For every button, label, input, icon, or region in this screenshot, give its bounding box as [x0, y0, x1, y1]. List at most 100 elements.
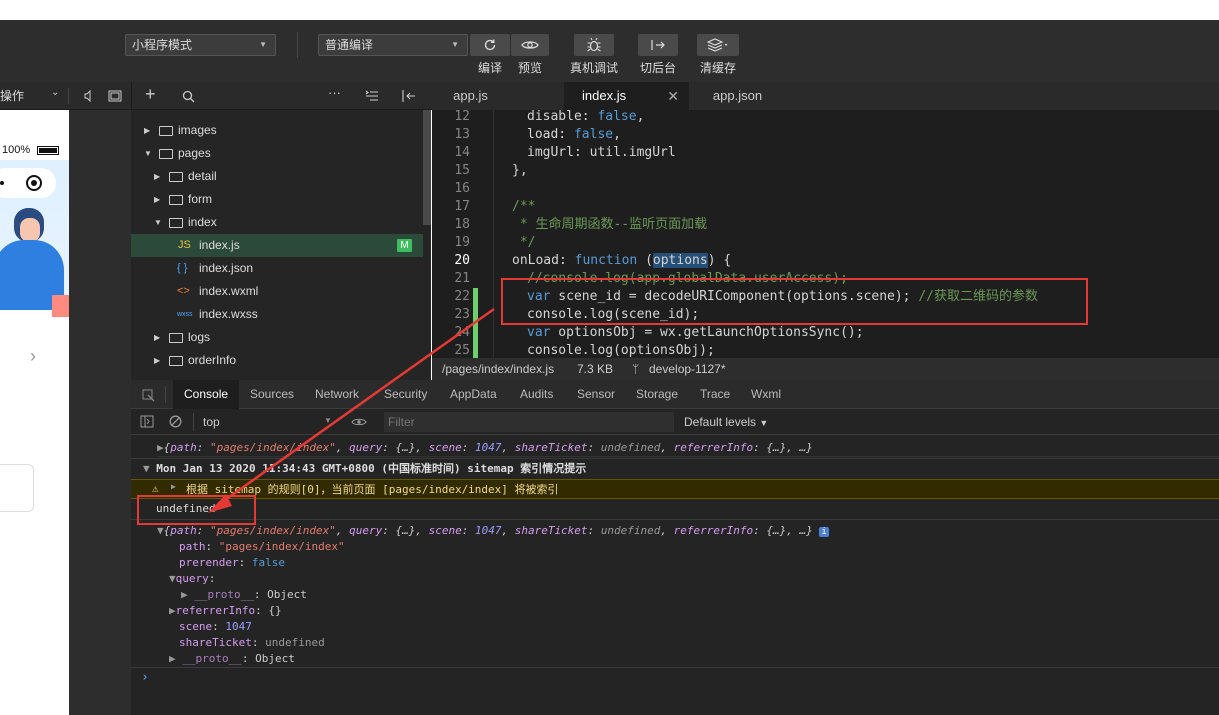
tree-item-logs[interactable]: ▶ logs	[131, 326, 423, 349]
chevron-down-icon: ▼	[169, 572, 176, 585]
tab-app-json[interactable]: app.json	[695, 82, 780, 110]
tab-sensor[interactable]: Sensor	[577, 380, 615, 409]
log-row[interactable]: ▶{path: "pages/index/index", query: {…},…	[157, 440, 1219, 457]
preview-label: 预览	[517, 61, 542, 75]
modified-badge: M	[397, 239, 412, 252]
collapse-list-icon[interactable]	[365, 90, 379, 102]
phone-status-bar: 100%	[0, 140, 69, 160]
mode-select[interactable]: 小程序模式 ▼	[125, 34, 276, 56]
prop-prerender: prerender: false	[179, 556, 285, 569]
annotation-box-code	[501, 278, 1088, 325]
tab-wxml[interactable]: Wxml	[751, 380, 781, 409]
plus-icon[interactable]: +	[145, 84, 156, 105]
chevron-down-icon[interactable]: ⌄	[51, 87, 59, 98]
log-group-header[interactable]: ▼ Mon Jan 13 2020 11:34:43 GMT+0800 (中国标…	[143, 461, 1219, 477]
inspect-icon[interactable]	[142, 389, 155, 402]
tree-item-pages[interactable]: ▼ pages	[131, 142, 423, 165]
tree-item-index-wxss[interactable]: wxss index.wxss	[131, 303, 423, 326]
tree-item-index[interactable]: ▼ index	[131, 211, 423, 234]
log-undefined: undefined	[156, 502, 216, 515]
git-branch[interactable]: develop-1127*	[649, 358, 726, 380]
tree-item-images[interactable]: ▶ images	[131, 119, 423, 142]
prop-proto[interactable]: ▶ __proto__: Object	[169, 651, 1219, 667]
tab-network[interactable]: Network	[315, 380, 359, 409]
context-select[interactable]: top	[203, 415, 220, 429]
more-dot-icon	[0, 181, 4, 185]
console-prompt[interactable]: ›	[141, 670, 1219, 686]
folder-icon	[169, 195, 183, 205]
tab-storage[interactable]: Storage	[636, 380, 678, 409]
chevron-right-icon[interactable]: ›	[30, 346, 36, 367]
sidebar-toggle-icon[interactable]	[401, 89, 416, 103]
tree-scrollbar[interactable]	[423, 110, 431, 225]
info-icon[interactable]: i	[819, 527, 829, 537]
folder-icon	[159, 126, 173, 136]
chevron-right-icon: ▶	[169, 604, 176, 617]
tree-item-index-wxml[interactable]: <> index.wxml	[131, 280, 423, 303]
tree-item-index-js[interactable]: JS index.js M	[131, 234, 423, 257]
volume-icon[interactable]	[84, 90, 94, 102]
clear-cache-label: 清缓存	[699, 61, 736, 75]
wxml-file-icon: <>	[177, 285, 190, 297]
tab-console[interactable]: Console	[173, 380, 240, 409]
refresh-icon	[484, 39, 496, 51]
tree-item-index-json[interactable]: { } index.json	[131, 257, 423, 280]
chevron-right-icon: ▶	[157, 441, 164, 454]
caret-down-icon: ▼	[451, 40, 459, 49]
tab-audits[interactable]: Audits	[520, 380, 553, 409]
chevron-down-icon: ▼	[154, 218, 162, 227]
more-icon[interactable]: ···	[328, 85, 341, 100]
compile-select[interactable]: 普通编译 ▼	[318, 34, 468, 56]
tab-security[interactable]: Security	[384, 380, 427, 409]
divider	[131, 82, 132, 110]
folder-icon	[169, 172, 183, 182]
annotation-box-undefined	[137, 495, 256, 525]
eye-icon	[521, 41, 539, 49]
close-circle-icon	[26, 175, 42, 191]
prop-proto-query[interactable]: ▶ __proto__: Object	[181, 587, 1219, 603]
tree-item-orderinfo[interactable]: ▶ orderInfo	[131, 349, 423, 372]
layers-icon	[707, 38, 728, 52]
clear-cache-button[interactable]	[697, 34, 739, 56]
divider	[193, 413, 194, 431]
prop-referrerinfo[interactable]: ▶referrerInfo: {}	[169, 603, 1219, 619]
prop-query[interactable]: ▼query:	[169, 571, 1219, 587]
remote-debug-button[interactable]	[574, 34, 614, 56]
log-object-expanded[interactable]: ▼{path: "pages/index/index", query: {…},…	[157, 523, 1219, 540]
background-button[interactable]	[638, 34, 678, 56]
filter-input[interactable]	[384, 412, 674, 432]
eye-icon[interactable]	[351, 417, 367, 427]
json-file-icon: { }	[177, 262, 188, 274]
search-icon[interactable]	[182, 90, 195, 103]
tab-trace[interactable]: Trace	[700, 380, 730, 409]
tab-app-js[interactable]: app.js	[432, 82, 509, 110]
window-icon[interactable]	[108, 90, 122, 102]
warning-row[interactable]: ⚠ ▶ 根据 sitemap 的规则[0]，当前页面 [pages/index/…	[131, 479, 1219, 499]
tree-item-detail[interactable]: ▶ detail	[131, 165, 423, 188]
chevron-right-icon: ▶	[144, 126, 151, 135]
battery-text: 100%	[2, 144, 31, 156]
clear-console-icon[interactable]	[169, 415, 182, 428]
capsule-button[interactable]	[0, 168, 56, 198]
tab-index-js[interactable]: index.js ✕	[564, 82, 689, 110]
tree-item-form[interactable]: ▶ form	[131, 188, 423, 211]
chevron-down-icon: ▼	[157, 524, 164, 537]
folder-icon	[169, 333, 183, 343]
editor-tabs: app.js index.js ✕ app.json	[432, 82, 1219, 110]
js-file-icon: JS	[178, 239, 191, 251]
levels-select[interactable]: Default levels ▼	[684, 415, 768, 429]
wxss-file-icon: wxss	[177, 311, 193, 318]
simulator-margin	[69, 110, 131, 715]
tab-appdata[interactable]: AppData	[450, 380, 497, 409]
input-card[interactable]	[0, 464, 34, 512]
file-tree: ▶ images ▼ pages ▶ detail ▶ form ▼ index JS in…	[131, 110, 431, 380]
divider	[165, 386, 166, 403]
close-icon[interactable]: ✕	[667, 82, 679, 110]
compile-button[interactable]	[470, 34, 510, 56]
caret-down-icon[interactable]: ▼	[324, 416, 332, 425]
toolbar-divider	[297, 32, 298, 58]
preview-button[interactable]	[511, 34, 549, 56]
tab-sources[interactable]: Sources	[250, 380, 294, 409]
sidebar-show-icon[interactable]	[140, 415, 154, 428]
caret-down-icon: ▼	[259, 40, 267, 49]
